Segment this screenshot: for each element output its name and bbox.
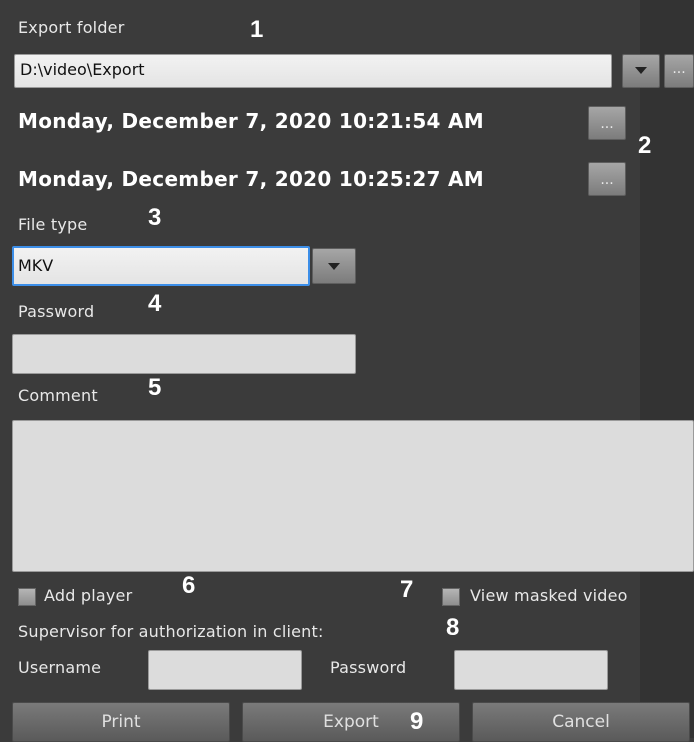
supervisor-username-label: Username	[18, 658, 102, 677]
add-player-checkbox[interactable]	[18, 588, 36, 606]
file-type-select[interactable]: MKV	[12, 246, 310, 286]
end-date-picker-button[interactable]: ...	[588, 162, 626, 196]
comment-label: Comment	[18, 386, 98, 405]
background-panel	[640, 0, 694, 738]
callout-4: 4	[148, 290, 162, 317]
supervisor-password-input[interactable]	[454, 650, 608, 690]
export-folder-input[interactable]: D:\video\Export	[14, 54, 612, 88]
file-type-label: File type	[18, 215, 88, 234]
chevron-down-icon	[635, 67, 647, 74]
callout-2: 2	[638, 132, 652, 159]
callout-5: 5	[148, 374, 162, 401]
supervisor-label: Supervisor for authorization in client:	[18, 622, 324, 641]
callout-6: 6	[182, 572, 196, 599]
add-player-label: Add player	[44, 586, 133, 605]
start-date-picker-button[interactable]: ...	[588, 106, 626, 140]
export-button[interactable]: Export	[242, 702, 460, 742]
export-folder-dropdown-button[interactable]	[622, 54, 660, 88]
chevron-down-icon	[328, 263, 340, 270]
supervisor-username-input[interactable]	[148, 650, 302, 690]
callout-8: 8	[446, 614, 460, 641]
view-masked-video-checkbox[interactable]	[442, 588, 460, 606]
supervisor-password-label: Password	[330, 658, 407, 677]
view-masked-video-label: View masked video	[470, 586, 628, 605]
callout-9: 9	[410, 708, 424, 735]
end-date-text: Monday, December 7, 2020 10:25:27 AM	[18, 167, 484, 191]
password-label: Password	[18, 302, 95, 321]
comment-textarea[interactable]	[12, 420, 694, 572]
callout-3: 3	[148, 204, 162, 231]
print-button[interactable]: Print	[12, 702, 230, 742]
callout-1: 1	[250, 16, 264, 43]
file-type-dropdown-button[interactable]	[312, 248, 356, 284]
cancel-button[interactable]: Cancel	[472, 702, 690, 742]
export-folder-browse-button[interactable]: ...	[664, 54, 694, 88]
start-date-text: Monday, December 7, 2020 10:21:54 AM	[18, 109, 484, 133]
password-input[interactable]	[12, 334, 356, 374]
callout-7: 7	[400, 576, 414, 603]
export-folder-label: Export folder	[18, 18, 125, 37]
